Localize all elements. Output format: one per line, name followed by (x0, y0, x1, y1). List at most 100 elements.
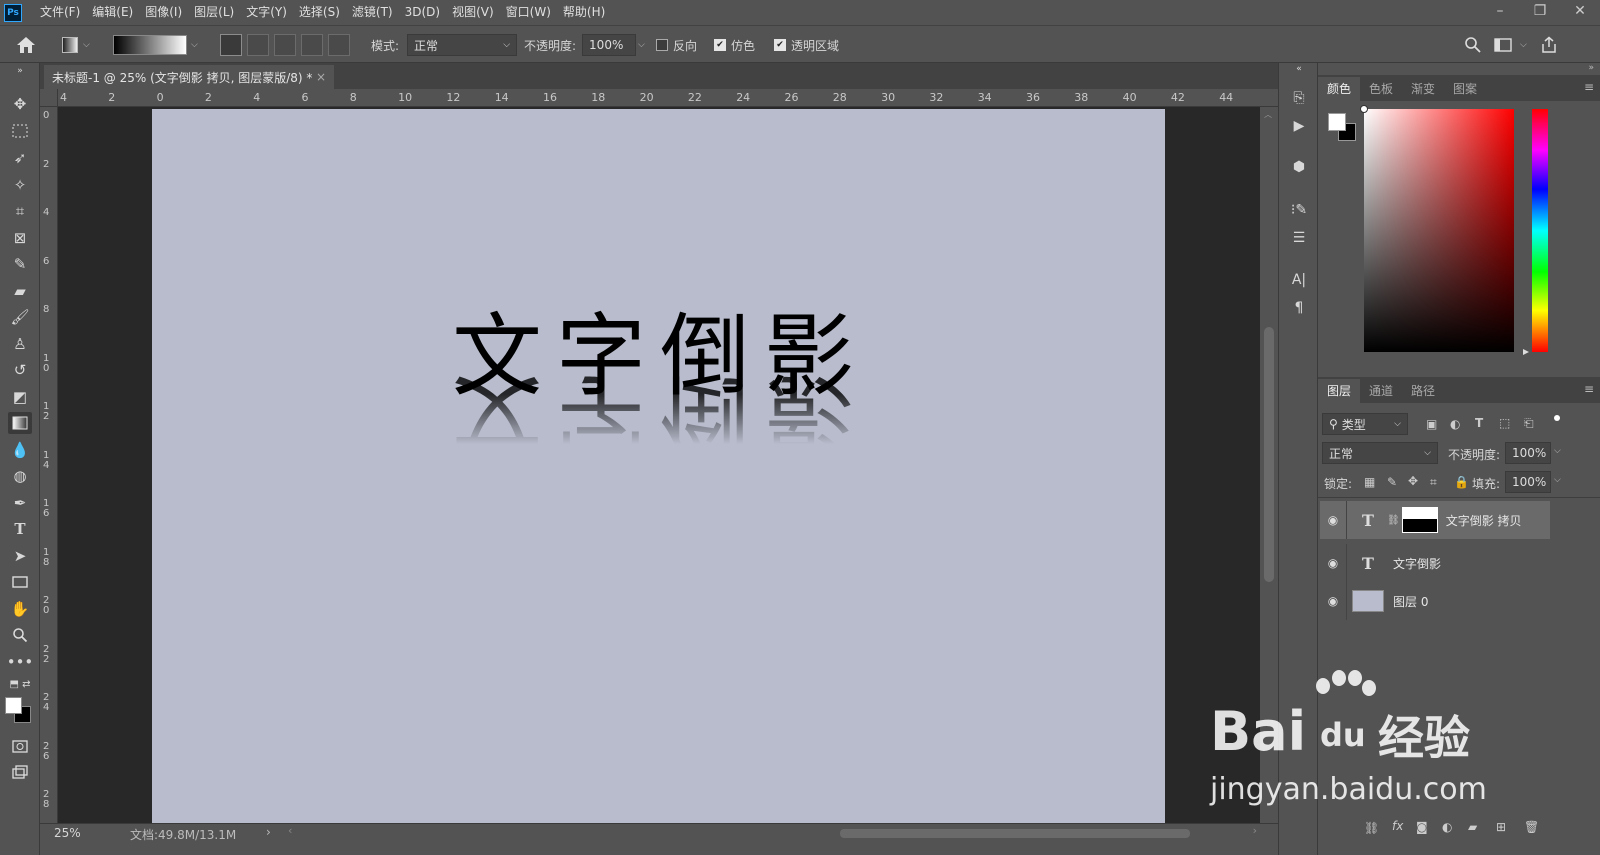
move-tool-icon[interactable]: ✥ (8, 93, 32, 115)
gradient-swatch[interactable] (113, 35, 187, 55)
add-mask-icon[interactable]: ◙ (1416, 820, 1428, 834)
share-icon[interactable] (1540, 34, 1558, 56)
fill-input[interactable]: 100% (1505, 471, 1551, 493)
menu-view[interactable]: 视图(V) (446, 0, 500, 25)
chevron-down-icon[interactable]: ⌵ (1554, 446, 1561, 456)
horizontal-scroll-thumb[interactable] (840, 829, 1190, 838)
dither-checkbox[interactable]: ✔ (714, 39, 726, 51)
panel-menu-icon[interactable]: ≡ (1584, 382, 1594, 396)
pen-tool-icon[interactable]: ✒ (8, 492, 32, 514)
lock-pixels-icon[interactable]: ✎ (1387, 475, 1397, 489)
new-layer-icon[interactable]: ⊞ (1496, 820, 1506, 834)
close-window-button[interactable]: ✕ (1560, 0, 1600, 22)
mode-select[interactable]: 正常 ⌵ (407, 34, 518, 56)
zoom-tool-icon[interactable] (8, 624, 32, 646)
filter-pixel-icon[interactable]: ▣ (1426, 417, 1437, 431)
color-picker-handle[interactable] (1360, 105, 1368, 113)
foreground-background-colors[interactable] (5, 697, 33, 725)
layer-name[interactable]: 图层 0 (1393, 593, 1428, 610)
eraser-tool-icon[interactable]: ◩ (8, 386, 32, 408)
quick-mask-icon[interactable] (8, 735, 32, 757)
history-brush-tool-icon[interactable]: ↺ (8, 359, 32, 381)
foreground-color-swatch[interactable] (5, 697, 22, 714)
3d-panel-icon[interactable]: ⬢ (1287, 156, 1311, 178)
blur-tool-icon[interactable]: 💧 (8, 439, 32, 461)
menu-window[interactable]: 窗口(W) (500, 0, 557, 25)
link-layers-icon[interactable]: ⛓ (1364, 821, 1379, 835)
layer-mask-thumbnail[interactable] (1401, 507, 1438, 533)
zoom-level[interactable]: 25% (54, 826, 81, 840)
menu-3d[interactable]: 3D(D) (399, 0, 446, 25)
restore-button[interactable]: ❐ (1520, 0, 1560, 22)
fx-icon[interactable]: fx (1392, 819, 1403, 833)
eye-icon[interactable]: ◉ (1320, 594, 1346, 608)
paragraph-panel-icon[interactable]: ¶ (1287, 297, 1311, 319)
lock-artboard-icon[interactable]: ⌗ (1430, 475, 1437, 490)
linear-gradient-button[interactable] (220, 34, 242, 56)
layer-row[interactable]: ◉ 图层 0 (1320, 582, 1550, 620)
crop-tool-icon[interactable]: ⌗ (8, 200, 32, 222)
menu-edit[interactable]: 编辑(E) (86, 0, 139, 25)
workspace-icon[interactable]: ⌵ (1494, 34, 1527, 56)
layer-opacity-input[interactable]: 100% (1505, 442, 1551, 464)
tab-color[interactable]: 颜色 (1318, 77, 1361, 101)
menu-filter[interactable]: 滤镜(T) (346, 0, 399, 25)
radial-gradient-button[interactable] (247, 34, 269, 56)
tab-channels[interactable]: 通道 (1360, 379, 1402, 403)
layer-filter-select[interactable]: ⚲ 类型 ⌵ (1322, 413, 1408, 435)
rectangle-tool-icon[interactable] (8, 571, 32, 593)
screen-mode-icon[interactable] (8, 761, 32, 783)
eyedropper-tool-icon[interactable]: ✎ (8, 253, 32, 275)
adjustments-icon[interactable]: ☰ (1287, 227, 1311, 249)
delete-layer-icon[interactable]: 🗑 (1524, 820, 1539, 834)
hue-slider-handle[interactable] (1523, 349, 1529, 355)
healing-brush-tool-icon[interactable]: ▰ (8, 280, 32, 302)
lock-transparent-icon[interactable]: ▦ (1364, 475, 1375, 489)
tab-paths[interactable]: 路径 (1402, 379, 1444, 403)
panel-menu-icon[interactable]: ≡ (1584, 80, 1594, 94)
filter-toggle[interactable] (1554, 415, 1560, 421)
document-tab[interactable]: 未标题-1 @ 25% (文字倒影 拷贝, 图层蒙版/8) * × (44, 65, 334, 89)
menu-image[interactable]: 图像(I) (139, 0, 188, 25)
reverse-checkbox[interactable] (656, 39, 668, 51)
opacity-input[interactable]: 100% (582, 34, 637, 56)
tab-gradients[interactable]: 渐变 (1402, 77, 1444, 101)
gradient-tool-icon[interactable] (8, 412, 32, 434)
layer-row[interactable]: ◉ T 文字倒影 (1320, 544, 1550, 582)
menu-type[interactable]: 文字(Y) (240, 0, 293, 25)
horizontal-scrollbar[interactable]: ‹ › (285, 824, 1275, 840)
lock-all-icon[interactable]: 🔒 (1454, 475, 1469, 489)
expand-dock-icon[interactable]: « (1287, 63, 1311, 75)
link-icon[interactable]: ⛓ (1387, 515, 1400, 526)
frame-tool-icon[interactable]: ⊠ (8, 227, 32, 249)
lasso-tool-icon[interactable]: ➶ (8, 147, 32, 169)
close-tab-icon[interactable]: × (316, 70, 326, 84)
actions-panel-icon[interactable]: ▶ (1287, 115, 1311, 137)
pasteboard[interactable]: 文字倒影 文字倒影 (58, 107, 1260, 823)
vertical-scroll-thumb[interactable] (1264, 327, 1274, 582)
stamp-tool-icon[interactable]: ♙ (8, 333, 32, 355)
layer-name[interactable]: 文字倒影 (1393, 555, 1441, 572)
chevron-down-icon[interactable]: ⌵ (191, 40, 198, 50)
reflected-gradient-button[interactable] (301, 34, 323, 56)
layer-row[interactable]: ◉ T ⛓ 文字倒影 拷贝 (1320, 501, 1550, 539)
filter-shape-icon[interactable]: ⬚ (1499, 416, 1510, 430)
document-canvas[interactable]: 文字倒影 文字倒影 (152, 109, 1165, 823)
color-field[interactable] (1360, 105, 1514, 352)
path-selection-tool-icon[interactable]: ➤ (8, 545, 32, 567)
search-icon[interactable] (1464, 34, 1482, 56)
adjustment-layer-icon[interactable]: ◐ (1442, 820, 1452, 834)
hue-slider[interactable] (1532, 109, 1548, 352)
magic-wand-tool-icon[interactable]: ✧ (8, 174, 32, 196)
hand-tool-icon[interactable]: ✋ (8, 598, 32, 620)
menu-file[interactable]: 文件(F) (34, 0, 86, 25)
chevron-down-icon[interactable]: ⌵ (638, 40, 645, 50)
collapse-toolbar-icon[interactable]: » (8, 66, 32, 76)
menu-layer[interactable]: 图层(L) (188, 0, 240, 25)
marquee-tool-icon[interactable] (8, 120, 32, 142)
collapse-panels-icon[interactable]: » (1588, 63, 1594, 73)
tab-layers[interactable]: 图层 (1318, 379, 1361, 403)
filter-adjustment-icon[interactable]: ◐ (1450, 417, 1460, 431)
menu-select[interactable]: 选择(S) (293, 0, 346, 25)
home-icon[interactable] (16, 34, 36, 56)
